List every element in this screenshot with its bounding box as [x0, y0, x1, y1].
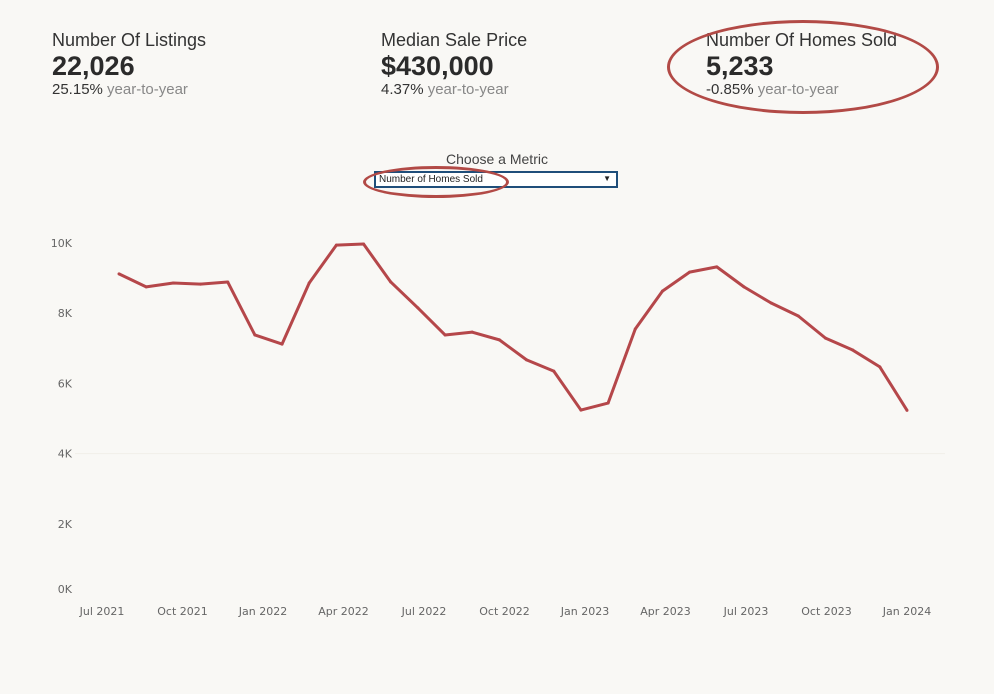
data-point-2022-04[interactable]: [362, 242, 366, 246]
x-tick-label: Apr 2023: [640, 605, 691, 618]
data-point-2022-01[interactable]: [280, 342, 284, 346]
x-tick-label: Jan 2024: [882, 605, 931, 618]
data-point-2022-03[interactable]: [334, 243, 338, 247]
data-point-2023-07[interactable]: [769, 301, 773, 305]
x-tick-label: Jan 2022: [238, 605, 287, 618]
data-point-2022-06[interactable]: [416, 306, 420, 310]
data-point-2023-02[interactable]: [633, 327, 637, 331]
data-point-2023-04[interactable]: [688, 270, 692, 274]
data-point-2023-11[interactable]: [878, 365, 882, 369]
x-tick-label: Jul 2021: [79, 605, 125, 618]
data-point-2023-01[interactable]: [606, 401, 610, 405]
data-point-2023-10[interactable]: [851, 348, 855, 352]
data-point-2023-06[interactable]: [742, 285, 746, 289]
data-point-2023-03[interactable]: [660, 289, 664, 293]
data-point-2023-09[interactable]: [823, 336, 827, 340]
data-point-2022-12[interactable]: [579, 408, 583, 412]
x-tick-label: Apr 2022: [318, 605, 369, 618]
data-point-2022-09[interactable]: [497, 338, 501, 342]
line-chart: 0K 2K 4K 6K 8K 10K Jul 2021 Oct 2021 Jan 2022 Apr…: [51, 237, 945, 618]
data-point-2021-07[interactable]: [117, 272, 121, 276]
data-point-2022-02[interactable]: [307, 281, 311, 285]
data-point-2022-10[interactable]: [525, 358, 529, 362]
data-point-2022-07[interactable]: [443, 333, 447, 337]
data-point-2022-08[interactable]: [470, 330, 474, 334]
series-line: [118, 242, 909, 412]
y-tick-label: 2K: [58, 518, 73, 531]
y-tick-label: 8K: [58, 307, 73, 320]
x-tick-label: Jan 2023: [560, 605, 609, 618]
y-tick-label: 0K: [58, 583, 73, 596]
x-tick-label: Jul 2023: [723, 605, 769, 618]
x-tick-label: Oct 2021: [157, 605, 208, 618]
y-tick-label: 6K: [58, 377, 73, 390]
x-tick-label: Oct 2022: [479, 605, 530, 618]
x-tick-label: Jul 2022: [401, 605, 447, 618]
data-point-2021-09[interactable]: [171, 281, 175, 285]
data-point-2022-11[interactable]: [552, 369, 556, 373]
data-point-2021-08[interactable]: [144, 285, 148, 289]
y-tick-label: 10K: [51, 237, 73, 250]
data-point-2022-05[interactable]: [389, 280, 393, 284]
data-point-2023-05[interactable]: [715, 265, 719, 269]
y-tick-label: 4K: [58, 448, 73, 461]
data-point-2021-10[interactable]: [199, 282, 203, 286]
data-point-2021-12[interactable]: [253, 333, 257, 337]
x-tick-label: Oct 2023: [801, 605, 852, 618]
data-point-2023-08[interactable]: [796, 314, 800, 318]
data-point-2023-12[interactable]: [905, 408, 909, 412]
data-point-2021-11[interactable]: [226, 280, 230, 284]
